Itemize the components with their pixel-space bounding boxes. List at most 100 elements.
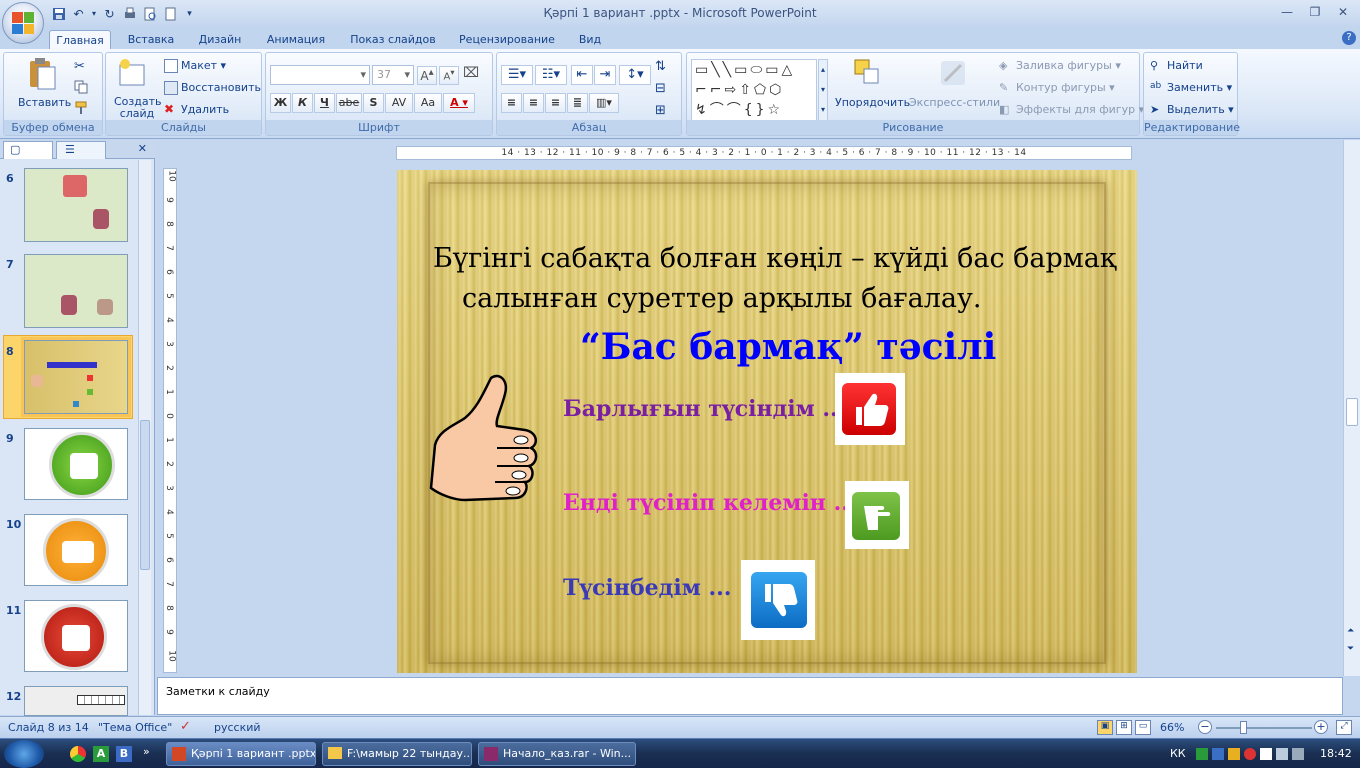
normal-view-icon[interactable]: ▣: [1097, 720, 1113, 735]
thumbs-down-blue-icon[interactable]: [741, 560, 815, 640]
paste-button[interactable]: Вставить: [18, 96, 71, 109]
notes-pane[interactable]: Заметки к слайду: [157, 677, 1343, 715]
align-right-button[interactable]: ≡: [545, 93, 566, 113]
restore-icon[interactable]: ❐: [1302, 3, 1328, 21]
smartart-icon[interactable]: ⊞: [655, 103, 666, 118]
zoom-level[interactable]: 66%: [1160, 721, 1184, 734]
slide-item-understood[interactable]: Барлығын түсіндім ...: [563, 396, 845, 422]
strikethrough-button[interactable]: abe: [336, 93, 362, 113]
thumbs-up-hand-icon[interactable]: [425, 370, 540, 505]
taskbar-item-winrar[interactable]: Начало_каз.rar - Win...: [478, 742, 636, 766]
italic-button[interactable]: К: [292, 93, 313, 113]
slide-canvas[interactable]: Бүгінгі сабақта болған көңіл – күйді бас…: [397, 170, 1137, 673]
slide-scroll-thumb[interactable]: [1346, 398, 1358, 426]
slide-text-line2[interactable]: салынған суреттер арқылы бағалау.: [462, 283, 981, 314]
tab-view[interactable]: Вид: [570, 30, 610, 50]
slides-panel-scrollbar[interactable]: [138, 160, 151, 715]
align-center-button[interactable]: ≡: [523, 93, 544, 113]
slides-panel-scroll-thumb[interactable]: [140, 420, 150, 570]
slide-text-line1[interactable]: Бүгінгі сабақта болған көңіл – күйді бас…: [433, 243, 1116, 274]
numbering-button[interactable]: ☷▾: [535, 65, 567, 85]
decrease-indent-button[interactable]: ⇤: [571, 65, 593, 85]
shapes-more-button[interactable]: ▴ ▾ ▾: [818, 59, 828, 121]
slide-thumbnail-7[interactable]: [24, 254, 128, 328]
taskbar-item-folder[interactable]: F:\мамыр 22 тындау...: [322, 742, 472, 766]
slide-thumbnail-11[interactable]: [24, 600, 128, 672]
format-painter-icon[interactable]: [74, 101, 88, 118]
clock[interactable]: 18:42: [1320, 747, 1352, 760]
align-left-button[interactable]: ≡: [501, 93, 522, 113]
start-button[interactable]: [4, 740, 44, 768]
tray-icon[interactable]: [1260, 748, 1272, 760]
taskbar-item-powerpoint[interactable]: Қәрпі 1 вариант .pptx: [166, 742, 316, 766]
volume-icon[interactable]: [1292, 748, 1304, 760]
bold-button[interactable]: Ж: [270, 93, 291, 113]
keyboard-language[interactable]: КК: [1170, 747, 1186, 760]
shape-fill-button[interactable]: ◈ Заливка фигуры ▾: [999, 59, 1121, 73]
cut-icon[interactable]: ✂: [74, 59, 85, 74]
tab-review[interactable]: Рецензирование: [452, 30, 562, 50]
columns-button[interactable]: ▥▾: [589, 93, 619, 113]
minimize-icon[interactable]: —: [1274, 3, 1300, 21]
reset-button[interactable]: Восстановить: [164, 81, 261, 95]
increase-indent-button[interactable]: ⇥: [594, 65, 616, 85]
app-b-icon[interactable]: B: [116, 746, 132, 762]
bullets-button[interactable]: ☰▾: [501, 65, 533, 85]
slide-thumbnail-9[interactable]: [24, 428, 128, 500]
tray-icon[interactable]: [1244, 748, 1256, 760]
clear-formatting-icon[interactable]: ⌧: [463, 65, 479, 81]
slide-vertical-scrollbar[interactable]: ⏶ ⏷: [1343, 140, 1360, 676]
help-icon[interactable]: ?: [1342, 31, 1356, 45]
slide-thumbnail-10[interactable]: [24, 514, 128, 586]
slide-item-not-understood[interactable]: Түсінбедім ...: [563, 575, 731, 601]
select-button[interactable]: ➤ Выделить ▾: [1150, 103, 1234, 117]
shadow-button[interactable]: S: [363, 93, 384, 113]
network-icon[interactable]: [1276, 748, 1288, 760]
tab-home[interactable]: Главная: [49, 30, 111, 50]
justify-button[interactable]: ≣: [567, 93, 588, 113]
grow-font-button[interactable]: A▴: [417, 66, 437, 85]
close-icon[interactable]: ✕: [1330, 3, 1356, 21]
delete-slide-button[interactable]: ✖ Удалить: [164, 103, 229, 117]
slide-sorter-icon[interactable]: ⊞: [1116, 720, 1132, 735]
slide-thumbnail-6[interactable]: [24, 168, 128, 242]
shape-effects-button[interactable]: ◧ Эффекты для фигур ▾: [999, 103, 1144, 117]
previous-slide-icon[interactable]: ⏶: [1347, 626, 1354, 636]
slide-show-icon[interactable]: ▭: [1135, 720, 1151, 735]
fit-to-window-icon[interactable]: ⤢: [1336, 720, 1352, 735]
tab-design[interactable]: Дизайн: [190, 30, 250, 50]
layout-button[interactable]: Макет ▾: [164, 59, 226, 73]
tray-icon[interactable]: [1212, 748, 1224, 760]
quick-launch-more-icon[interactable]: »: [143, 745, 150, 758]
character-spacing-button[interactable]: AV: [385, 93, 413, 113]
slide-heading[interactable]: “Бас бармақ” тәсілі: [580, 326, 996, 368]
quick-styles-button[interactable]: Экспресс-стили: [909, 96, 1000, 109]
zoom-slider-thumb[interactable]: [1240, 721, 1247, 734]
slide-item-understanding[interactable]: Енді түсініп келемін ...: [563, 490, 857, 516]
office-button[interactable]: [2, 2, 44, 44]
language-indicator[interactable]: русский: [214, 721, 261, 734]
underline-button[interactable]: Ч: [314, 93, 335, 113]
shapes-gallery[interactable]: ▭╲╲▭⬭▭△ ⌐⌐⇨⇧⬠⬡ ↯⌒⌒{}☆: [691, 59, 817, 121]
tab-outline-view[interactable]: ☰: [56, 141, 106, 159]
theme-name[interactable]: "Тема Office": [98, 721, 172, 734]
app-a-icon[interactable]: A: [93, 746, 109, 762]
tray-icon[interactable]: [1196, 748, 1208, 760]
zoom-in-icon[interactable]: +: [1314, 720, 1328, 734]
tab-animation[interactable]: Анимация: [258, 30, 334, 50]
font-name-combo[interactable]: ▾: [270, 65, 370, 85]
line-spacing-button[interactable]: ↕▾: [619, 65, 651, 85]
font-color-button[interactable]: A ▾: [443, 93, 475, 113]
chrome-icon[interactable]: [70, 746, 86, 762]
align-text-icon[interactable]: ⊟: [655, 81, 666, 96]
shape-outline-button[interactable]: ✎ Контур фигуры ▾: [999, 81, 1115, 95]
new-slide-button[interactable]: Создать слайд: [114, 96, 162, 120]
change-case-button[interactable]: Aa: [414, 93, 442, 113]
thumbs-sideways-green-icon[interactable]: [845, 481, 909, 549]
thumbs-up-red-icon[interactable]: [835, 373, 905, 445]
tab-slide-show[interactable]: Показ слайдов: [342, 30, 444, 50]
arrange-button[interactable]: Упорядочить: [835, 96, 910, 109]
tab-slides-view[interactable]: ▢: [3, 141, 53, 159]
replace-button[interactable]: ab Заменить ▾: [1150, 81, 1232, 95]
close-panel-icon[interactable]: ✕: [138, 142, 147, 155]
